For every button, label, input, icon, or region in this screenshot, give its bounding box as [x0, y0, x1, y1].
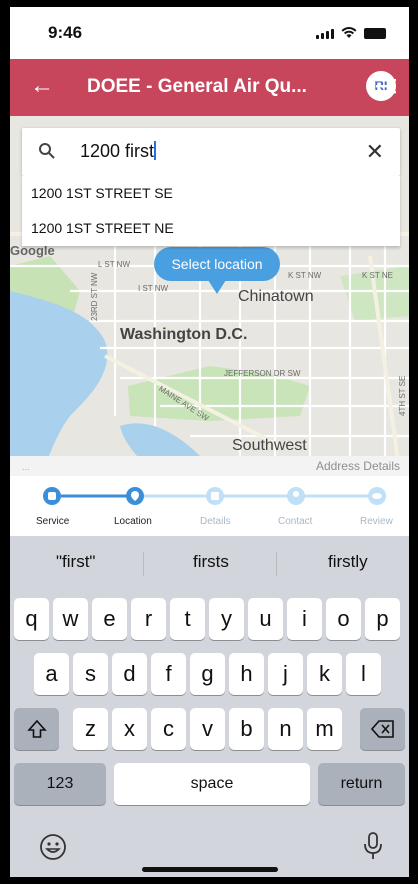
prediction-item[interactable]: "first" [56, 552, 95, 572]
shift-key[interactable] [14, 708, 59, 750]
map-label-k-st-ne: K ST NE [362, 271, 393, 280]
map-label-chinatown: Chinatown [238, 288, 314, 305]
key-p[interactable]: p [365, 598, 400, 640]
map-label-23rd: 23RD ST NW [90, 272, 99, 321]
page-title: DOEE - General Air Qu... [87, 76, 307, 97]
key-c[interactable]: c [151, 708, 186, 750]
return-key[interactable]: return [318, 763, 405, 805]
phone-screen: 9:46 ← DOEE - General Air Qu... RI [10, 7, 409, 877]
key-b[interactable]: b [229, 708, 264, 750]
key-j[interactable]: j [268, 653, 303, 695]
key-u[interactable]: u [248, 598, 283, 640]
prediction-divider [276, 552, 277, 576]
key-y[interactable]: y [209, 598, 244, 640]
prediction-divider [143, 552, 144, 576]
step-review[interactable]: Review [360, 516, 393, 527]
status-time: 9:46 [48, 23, 83, 42]
key-l[interactable]: l [346, 653, 381, 695]
key-x[interactable]: x [112, 708, 147, 750]
app-header: ← DOEE - General Air Qu... RI [10, 59, 409, 116]
key-w[interactable]: w [53, 598, 88, 640]
predictive-bar: "first" firsts firstly [10, 546, 409, 580]
step-location[interactable]: Location [114, 516, 152, 527]
map-label-4th: 4TH ST SE [398, 375, 407, 416]
address-search-box[interactable]: 1200 first ✕ [22, 128, 400, 176]
key-g[interactable]: g [190, 653, 225, 695]
map-label-southwest: Southwest [232, 437, 307, 454]
step-details[interactable]: Details [200, 516, 231, 527]
home-indicator [142, 867, 278, 872]
search-icon [39, 143, 55, 159]
key-d[interactable]: d [112, 653, 147, 695]
wifi-icon [341, 27, 357, 38]
key-n[interactable]: n [268, 708, 303, 750]
text-cursor [154, 141, 157, 160]
suggestion-item[interactable]: 1200 1ST STREET NE [22, 211, 400, 246]
map-view[interactable]: ... Google L ST NW I ST NW K ST NW K ST … [10, 116, 409, 476]
hamburger-menu-icon[interactable] [376, 78, 396, 94]
key-k[interactable]: k [307, 653, 342, 695]
emoji-icon[interactable] [38, 832, 68, 862]
status-bar: 9:46 [10, 7, 409, 59]
progress-stepper: Service Location Details Contact Review [10, 476, 409, 536]
step-contact[interactable]: Contact [278, 516, 312, 527]
address-details-link[interactable]: Address Details [316, 459, 400, 473]
key-a[interactable]: a [34, 653, 69, 695]
key-t[interactable]: t [170, 598, 205, 640]
battery-icon [364, 28, 386, 39]
step-service[interactable]: Service [36, 516, 69, 527]
select-location-tooltip[interactable]: Select location [154, 247, 280, 281]
key-e[interactable]: e [92, 598, 127, 640]
key-s[interactable]: s [73, 653, 108, 695]
map-label-i-st: I ST NW [138, 284, 169, 293]
search-input[interactable]: 1200 first [80, 141, 157, 162]
prediction-item[interactable]: firstly [328, 552, 368, 572]
search-input-value: 1200 first [80, 141, 155, 161]
shift-icon [26, 719, 47, 738]
key-r[interactable]: r [131, 598, 166, 640]
space-key[interactable]: space [114, 763, 310, 805]
key-z[interactable]: z [73, 708, 108, 750]
microphone-icon[interactable] [362, 831, 384, 861]
signal-icon [316, 29, 334, 39]
status-icons [316, 27, 386, 39]
key-v[interactable]: v [190, 708, 225, 750]
key-m[interactable]: m [307, 708, 342, 750]
key-o[interactable]: o [326, 598, 361, 640]
map-label-jefferson: JEFFERSON DR SW [224, 369, 301, 378]
suggestion-list: 1200 1ST STREET SE 1200 1ST STREET NE [22, 176, 400, 246]
keyboard: "first" firsts firstly q w e r t y u i o… [10, 536, 409, 877]
key-f[interactable]: f [151, 653, 186, 695]
key-q[interactable]: q [14, 598, 49, 640]
key-i[interactable]: i [287, 598, 322, 640]
tooltip-pointer [208, 280, 226, 294]
svg-text:...: ... [22, 462, 30, 472]
prediction-item[interactable]: firsts [193, 552, 229, 572]
suggestion-item[interactable]: 1200 1ST STREET SE [22, 176, 400, 211]
back-arrow-icon[interactable]: ← [30, 72, 54, 100]
map-label-k-st: K ST NW [288, 271, 322, 280]
clear-icon[interactable]: ✕ [366, 139, 384, 165]
map-label-washington: Washington D.C. [120, 326, 248, 343]
delete-key[interactable] [360, 708, 405, 750]
key-h[interactable]: h [229, 653, 264, 695]
numbers-key[interactable]: 123 [14, 763, 106, 805]
map-label-l-st: L ST NW [98, 260, 131, 269]
backspace-icon [370, 720, 394, 738]
